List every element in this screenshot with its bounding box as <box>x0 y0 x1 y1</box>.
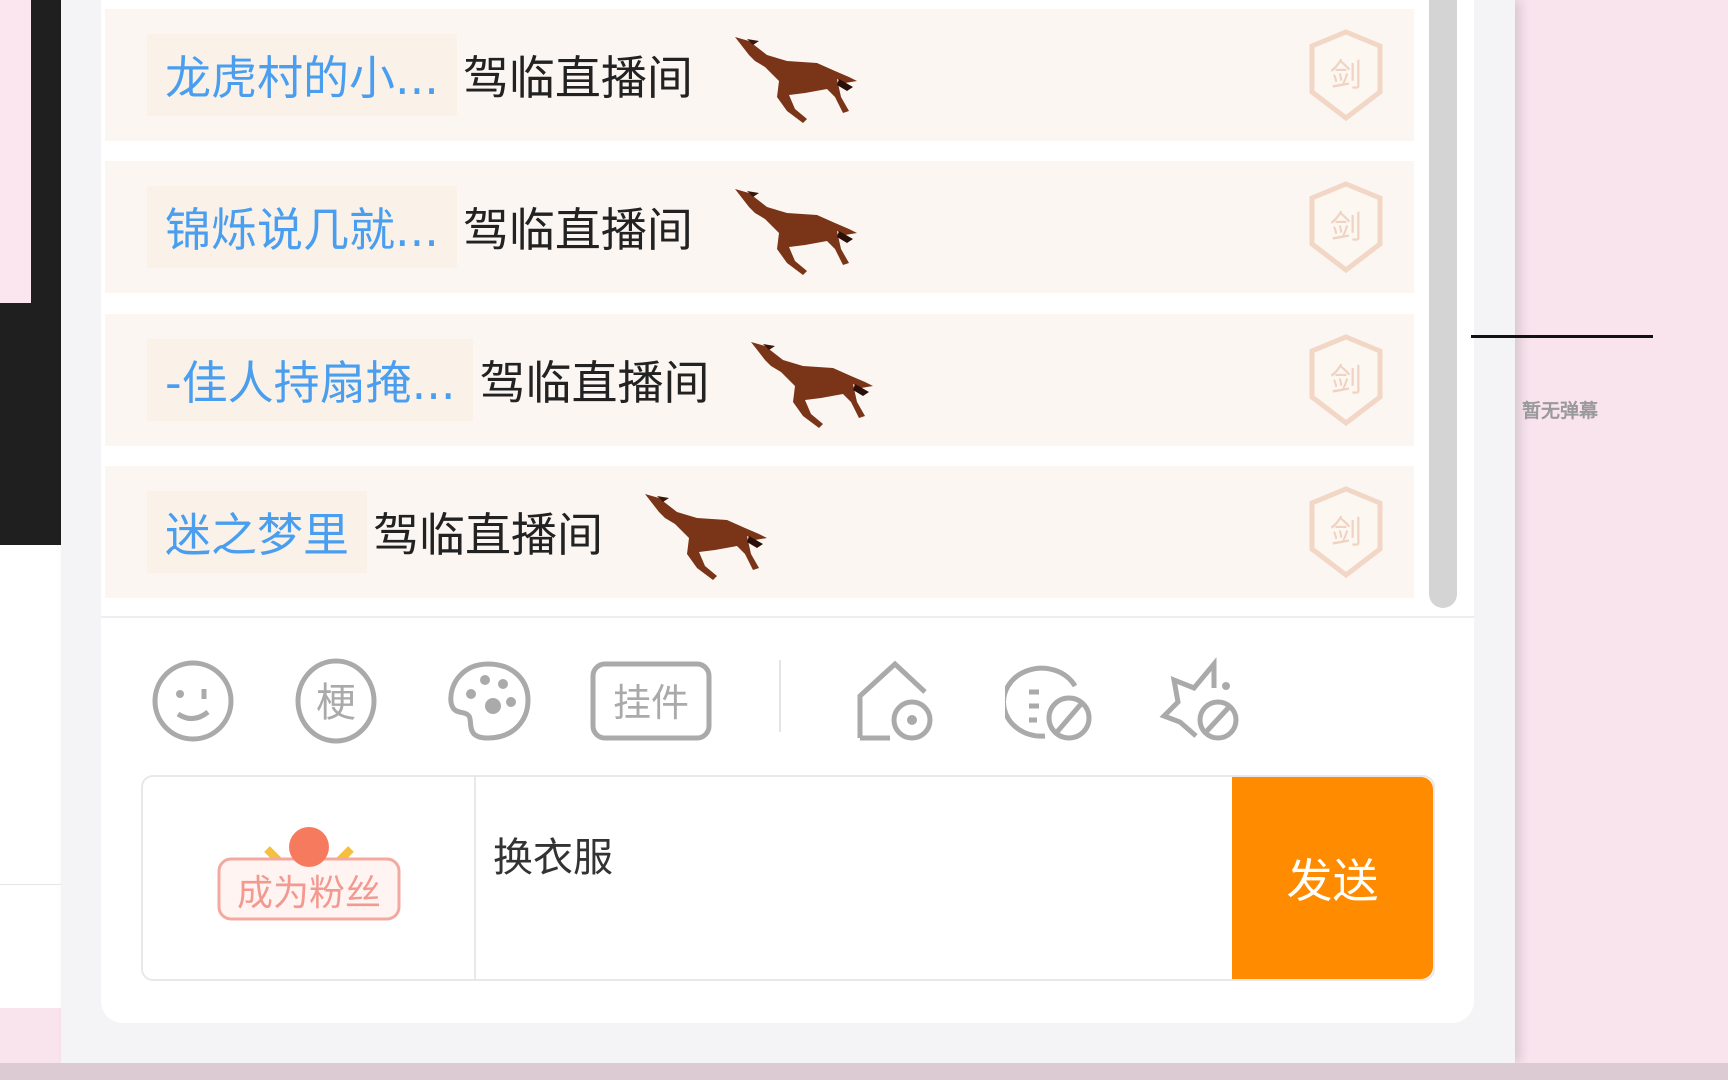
send-button[interactable]: 发送 <box>1232 777 1433 979</box>
fan-badge-icon: 成为粉丝 <box>217 827 401 921</box>
bottom-strip <box>0 1063 1728 1080</box>
sword-badge-icon: 剑 <box>1309 334 1383 427</box>
chat-row: 龙虎村的小... 驾临直播间 剑 <box>105 9 1414 141</box>
horse-icon <box>734 189 857 275</box>
chat-row: -佳人持扇掩... 驾临直播间 剑 <box>105 314 1414 446</box>
divider-line <box>1471 335 1653 338</box>
effect-block-icon[interactable] <box>1156 656 1246 746</box>
svg-text:剑: 剑 <box>1330 361 1362 399</box>
message-input[interactable]: 换衣服 <box>493 825 613 883</box>
chat-message: 驾临直播间 <box>373 508 603 562</box>
chat-block-icon[interactable] <box>1001 656 1095 746</box>
username[interactable]: 锦烁说几就... <box>147 186 457 268</box>
chat-row: 锦烁说几就... 驾临直播间 剑 <box>105 161 1414 293</box>
empty-danmaku-text: 暂无弹幕 <box>1521 400 1598 422</box>
become-fan-button[interactable]: 成为粉丝 <box>143 777 476 979</box>
chat-input-box: 成为粉丝 换衣服 发送 <box>141 775 1435 981</box>
svg-text:挂件: 挂件 <box>613 681 689 725</box>
divider <box>0 884 61 885</box>
svg-text:成为粉丝: 成为粉丝 <box>237 873 381 914</box>
sword-badge-icon: 剑 <box>1309 29 1383 122</box>
svg-text:梗: 梗 <box>316 680 356 726</box>
chat-message: 驾临直播间 <box>479 356 710 410</box>
chat-message: 驾临直播间 <box>462 51 693 105</box>
toolbar-separator <box>779 660 781 732</box>
horse-icon <box>751 342 874 428</box>
sword-badge-icon: 剑 <box>1309 486 1383 579</box>
left-panel <box>0 545 61 1008</box>
username[interactable]: 迷之梦里 <box>147 491 367 573</box>
emoji-icon[interactable] <box>148 656 238 746</box>
pendant-icon[interactable]: 挂件 <box>588 656 714 746</box>
svg-text:剑: 剑 <box>1330 513 1362 551</box>
chat-message: 驾临直播间 <box>462 203 693 257</box>
username[interactable]: -佳人持扇掩... <box>147 339 474 421</box>
username[interactable]: 龙虎村的小... <box>147 34 457 116</box>
sword-badge-icon: 剑 <box>1309 181 1383 274</box>
horse-icon <box>645 494 767 580</box>
chat-row: 迷之梦里 驾临直播间 剑 <box>105 466 1414 598</box>
home-block-icon[interactable] <box>850 656 940 746</box>
palette-icon[interactable] <box>443 656 533 746</box>
svg-text:剑: 剑 <box>1330 208 1362 246</box>
side-panel <box>0 0 31 303</box>
scrollbar[interactable] <box>1429 0 1457 608</box>
horse-icon <box>734 37 857 123</box>
svg-text:剑: 剑 <box>1330 56 1362 94</box>
meme-icon[interactable]: 梗 <box>291 656 381 746</box>
divider <box>101 616 1474 618</box>
